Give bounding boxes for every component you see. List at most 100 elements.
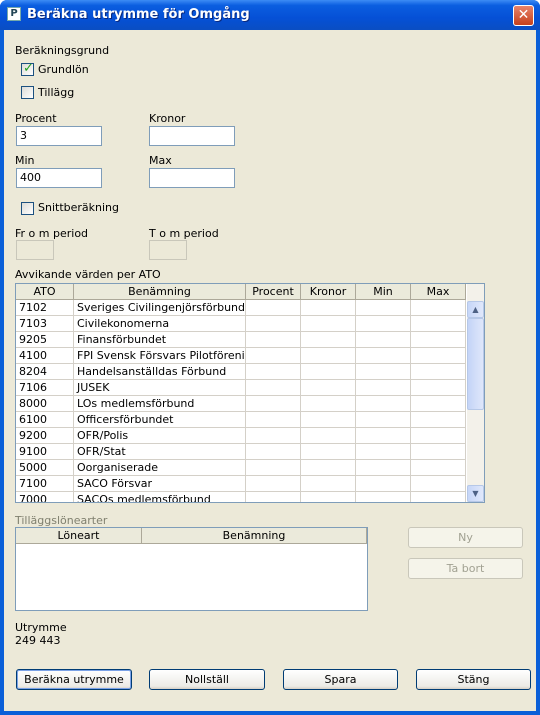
table-cell[interactable] xyxy=(356,348,411,364)
table-cell[interactable] xyxy=(246,348,301,364)
table-cell[interactable] xyxy=(411,476,466,492)
table-cell[interactable] xyxy=(356,332,411,348)
from-period-label: Fr o m period xyxy=(15,227,89,240)
ny-button[interactable]: Ny xyxy=(408,527,523,548)
spara-button[interactable]: Spara xyxy=(283,669,398,690)
table-row[interactable]: 7102 Sveriges Civilingenjörsförbund xyxy=(16,300,468,316)
table-cell[interactable] xyxy=(301,428,356,444)
table-cell[interactable] xyxy=(411,348,466,364)
table-row[interactable]: 7103 Civilekonomerna xyxy=(16,316,468,332)
max-field[interactable] xyxy=(149,168,235,188)
table-cell[interactable] xyxy=(246,428,301,444)
title-bar[interactable]: P Beräkna utrymme för Omgång ✕ xyxy=(0,0,540,30)
table-cell[interactable] xyxy=(301,476,356,492)
table-row[interactable]: 7106 JUSEK xyxy=(16,380,468,396)
table-cell[interactable] xyxy=(301,316,356,332)
scroll-thumb[interactable] xyxy=(467,318,484,410)
procent-field[interactable]: 3 xyxy=(16,126,102,146)
ato-grid[interactable]: ATO Benämning Procent Kronor Min Max 7102 Sver… xyxy=(15,283,485,503)
table-cell[interactable] xyxy=(246,412,301,428)
table-row[interactable]: 8000 LOs medlemsförbund xyxy=(16,396,468,412)
table-cell[interactable] xyxy=(246,380,301,396)
table-cell[interactable] xyxy=(301,348,356,364)
table-cell: JUSEK xyxy=(74,380,246,396)
table-cell[interactable] xyxy=(301,396,356,412)
table-cell[interactable] xyxy=(301,300,356,316)
table-cell[interactable] xyxy=(246,332,301,348)
snitt-checkbox[interactable] xyxy=(21,202,34,215)
column-header[interactable]: Procent xyxy=(246,284,301,300)
stang-button[interactable]: Stäng xyxy=(416,669,531,690)
table-row[interactable]: 6100 Officersförbundet xyxy=(16,412,468,428)
close-button[interactable]: ✕ xyxy=(513,5,534,26)
table-cell[interactable] xyxy=(356,460,411,476)
scroll-up-icon[interactable]: ▲ xyxy=(467,301,484,318)
kronor-label: Kronor xyxy=(149,112,186,125)
column-header[interactable]: ATO xyxy=(16,284,74,300)
column-header[interactable]: Benämning xyxy=(74,284,246,300)
table-cell[interactable] xyxy=(246,444,301,460)
ta-bort-button[interactable]: Ta bort xyxy=(408,558,523,579)
table-cell[interactable] xyxy=(411,460,466,476)
column-header[interactable]: Min xyxy=(356,284,411,300)
min-field[interactable]: 400 xyxy=(16,168,102,188)
table-cell[interactable] xyxy=(356,492,411,502)
table-cell[interactable] xyxy=(246,300,301,316)
grundlon-checkbox[interactable]: ✓ xyxy=(21,61,34,76)
column-header[interactable]: Benämning xyxy=(142,528,367,544)
table-cell[interactable] xyxy=(411,428,466,444)
table-row[interactable]: 5000 Oorganiserade xyxy=(16,460,468,476)
ato-grid-scrollbar[interactable]: ▲ ▼ xyxy=(467,284,484,502)
table-cell[interactable] xyxy=(246,460,301,476)
table-cell[interactable] xyxy=(356,412,411,428)
table-cell[interactable] xyxy=(356,396,411,412)
table-row[interactable]: 8204 Handelsanställdas Förbund xyxy=(16,364,468,380)
table-cell[interactable] xyxy=(356,300,411,316)
table-cell[interactable] xyxy=(356,316,411,332)
table-cell: 7100 xyxy=(16,476,74,492)
kronor-field[interactable] xyxy=(149,126,235,146)
table-cell[interactable] xyxy=(411,444,466,460)
table-cell[interactable] xyxy=(301,364,356,380)
scroll-down-icon[interactable]: ▼ xyxy=(467,485,484,502)
table-cell[interactable] xyxy=(301,332,356,348)
table-cell[interactable] xyxy=(246,316,301,332)
table-cell[interactable] xyxy=(356,476,411,492)
table-cell[interactable] xyxy=(356,380,411,396)
table-cell[interactable] xyxy=(411,412,466,428)
table-cell[interactable] xyxy=(246,476,301,492)
table-cell[interactable] xyxy=(356,428,411,444)
table-cell[interactable] xyxy=(246,364,301,380)
table-row[interactable]: 7100 SACO Försvar xyxy=(16,476,468,492)
nollstall-button[interactable]: Nollställ xyxy=(149,669,265,690)
berakna-utrymme-button[interactable]: Beräkna utrymme xyxy=(16,669,132,690)
table-cell[interactable] xyxy=(301,444,356,460)
tillagg-checkbox[interactable] xyxy=(21,86,34,99)
table-row[interactable]: 9200 OFR/Polis xyxy=(16,428,468,444)
table-cell[interactable] xyxy=(411,364,466,380)
table-row[interactable]: 4100 FPI Svensk Försvars Pilotförening xyxy=(16,348,468,364)
table-cell[interactable] xyxy=(246,396,301,412)
column-header[interactable]: Max xyxy=(411,284,466,300)
table-cell[interactable] xyxy=(356,444,411,460)
table-cell[interactable] xyxy=(411,300,466,316)
table-cell[interactable] xyxy=(411,396,466,412)
to-period-field[interactable] xyxy=(149,240,187,260)
column-header[interactable]: Kronor xyxy=(301,284,356,300)
table-cell[interactable] xyxy=(411,380,466,396)
table-row[interactable]: 7000 SACOs medlemsförbund xyxy=(16,492,468,502)
table-cell[interactable] xyxy=(301,412,356,428)
table-cell[interactable] xyxy=(411,332,466,348)
table-cell[interactable] xyxy=(356,364,411,380)
from-period-field[interactable] xyxy=(16,240,54,260)
table-cell[interactable] xyxy=(246,492,301,502)
table-row[interactable]: 9205 Finansförbundet xyxy=(16,332,468,348)
table-cell[interactable] xyxy=(301,492,356,502)
table-cell[interactable] xyxy=(411,316,466,332)
table-cell[interactable] xyxy=(301,380,356,396)
column-header[interactable]: Löneart xyxy=(16,528,142,544)
table-cell[interactable] xyxy=(301,460,356,476)
tillagg-grid[interactable]: Löneart Benämning xyxy=(15,527,368,611)
table-cell[interactable] xyxy=(411,492,466,502)
table-row[interactable]: 9100 OFR/Stat xyxy=(16,444,468,460)
